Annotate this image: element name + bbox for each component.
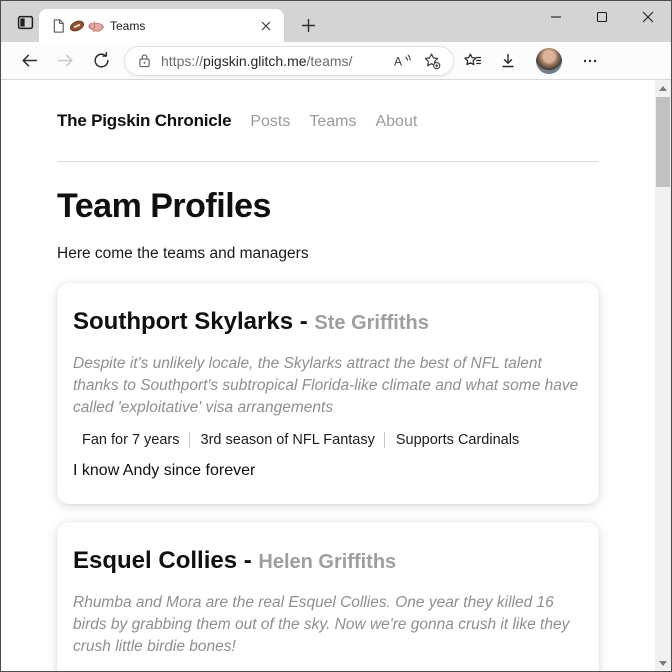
scroll-up-icon[interactable] (655, 80, 671, 96)
tab-title: Teams (110, 18, 146, 33)
team-profiles-page: The Pigskin Chronicle Posts Teams About … (1, 80, 655, 671)
team-name: Esquel Collies - (73, 547, 252, 574)
team-description: Rhumba and Mora are the real Esquel Coll… (73, 594, 570, 655)
url-host: pigskin.glitch.me (203, 52, 307, 69)
close-icon[interactable] (256, 16, 276, 36)
downloads-icon[interactable] (490, 45, 526, 77)
nav-link-about[interactable]: About (375, 113, 417, 131)
new-tab-button[interactable] (296, 13, 320, 37)
header-divider (57, 161, 599, 162)
settings-ellipsis-icon[interactable] (572, 45, 608, 77)
read-aloud-icon[interactable]: A (387, 48, 417, 74)
team-description: Despite it's unlikely locale, the Skylar… (73, 355, 579, 416)
team-card-title: Southport Skylarks - Ste Griffiths (73, 307, 583, 338)
team-name: Southport Skylarks - (73, 308, 308, 335)
pig-emoji-icon (88, 18, 104, 34)
url-text[interactable]: https://pigskin.glitch.me/teams/ (161, 53, 387, 69)
address-bar[interactable]: https://pigskin.glitch.me/teams/ A (124, 45, 454, 76)
scroll-down-icon[interactable] (655, 655, 671, 671)
browser-toolbar: https://pigskin.glitch.me/teams/ A (1, 42, 671, 80)
meta-supports: Supports Cardinals (383, 432, 528, 448)
nav-link-teams[interactable]: Teams (309, 113, 356, 131)
back-arrow-icon[interactable] (11, 45, 47, 77)
team-card-southport-skylarks: Southport Skylarks - Ste Griffiths Despi… (57, 283, 599, 504)
team-card-title: Esquel Collies - Helen Griffiths (73, 546, 583, 577)
profile-avatar[interactable] (536, 47, 562, 74)
team-meta-row: Fan for 7 years 3rd season of NFL Fantas… (73, 432, 583, 448)
lock-icon (138, 53, 151, 68)
refresh-icon[interactable] (83, 45, 119, 77)
browser-window: Teams https://pigskin.glitch.me/teams/ A… (0, 0, 672, 672)
tab-teams[interactable]: Teams (39, 9, 284, 42)
url-path: /teams/ (306, 52, 353, 69)
page-title: Team Profiles (57, 187, 271, 225)
scrollbar-thumb[interactable] (656, 97, 670, 187)
team-card-esquel-collies: Esquel Collies - Helen Griffiths Rhumba … (57, 522, 599, 671)
site-title-link[interactable]: The Pigskin Chronicle (57, 111, 232, 131)
vertical-scrollbar[interactable] (655, 80, 671, 671)
meta-season: 3rd season of NFL Fantasy (188, 432, 384, 448)
add-favorite-icon[interactable] (417, 48, 447, 74)
page-icon (51, 18, 66, 34)
favorites-icon[interactable] (454, 45, 490, 77)
team-note: I know Andy since forever (73, 462, 256, 479)
window-controls (533, 1, 671, 33)
tab-actions-icon[interactable] (11, 8, 39, 36)
svg-text:A: A (394, 54, 402, 68)
football-emoji-icon (69, 18, 85, 34)
maximize-icon[interactable] (579, 1, 625, 33)
close-window-icon[interactable] (625, 1, 671, 33)
meta-fan-years: Fan for 7 years (82, 432, 180, 448)
url-scheme: https:// (161, 52, 204, 69)
nav-link-posts[interactable]: Posts (250, 113, 290, 131)
site-navigation: The Pigskin Chronicle Posts Teams About (57, 111, 599, 131)
page-subtitle: Here come the teams and managers (57, 245, 309, 262)
minimize-icon[interactable] (533, 1, 579, 33)
team-manager: Ste Griffiths (314, 312, 429, 334)
page-content: The Pigskin Chronicle Posts Teams About … (1, 80, 671, 671)
forward-arrow-icon[interactable] (47, 45, 83, 77)
team-manager: Helen Griffiths (258, 551, 397, 573)
tab-bar: Teams (1, 1, 671, 42)
